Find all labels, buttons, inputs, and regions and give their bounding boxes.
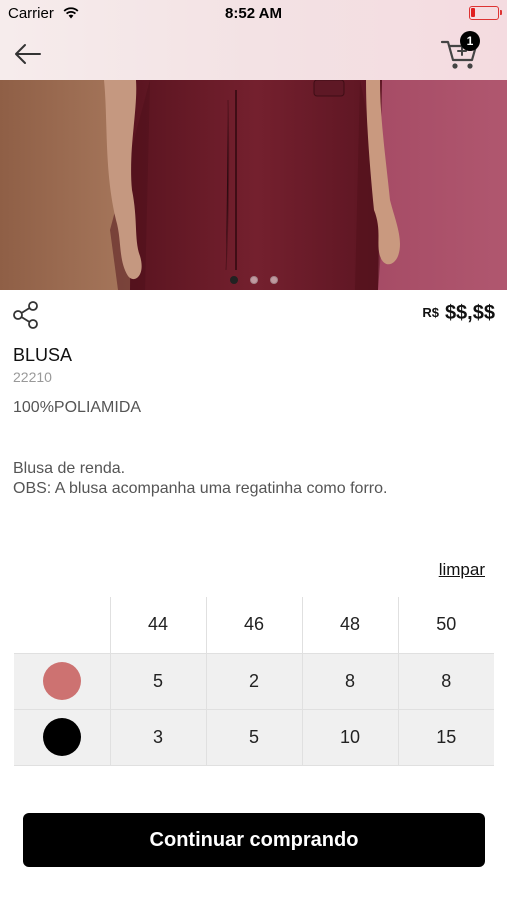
size-label: 46 [205, 597, 303, 654]
size-label: 48 [301, 597, 399, 654]
product-image[interactable] [0, 80, 507, 290]
carousel-dot[interactable] [229, 276, 238, 284]
carousel-dot[interactable] [249, 276, 258, 284]
continue-shopping-button[interactable]: Continuar comprando [23, 813, 485, 867]
color-swatch[interactable] [42, 718, 81, 756]
product-code: 22210 [13, 369, 52, 385]
description-line: Blusa de renda. [13, 460, 126, 477]
product-material: 100%POLIAMIDA [13, 399, 142, 416]
swatch-cell [14, 652, 111, 710]
size-label: 44 [109, 597, 207, 654]
product-description: Blusa de renda. OBS: A blusa acompanha u… [13, 459, 387, 499]
clock: 8:52 AM [225, 5, 282, 22]
battery-icon [469, 6, 502, 20]
quantity-cell[interactable]: 3 [109, 708, 207, 766]
quantity-cell[interactable]: 8 [397, 652, 494, 710]
size-label: 50 [397, 597, 494, 654]
product-name: BLUSA [13, 345, 73, 365]
color-swatch[interactable] [42, 662, 81, 700]
quantity-cell[interactable]: 15 [397, 708, 494, 766]
quantity-cell[interactable]: 5 [205, 708, 303, 766]
cart-count-badge: 1 [460, 31, 480, 51]
size-color-grid: 44 46 48 50 5 2 8 8 3 5 10 15 [14, 597, 494, 766]
grid-corner [14, 597, 111, 653]
product-price: R$ $$,$$ [422, 302, 495, 325]
size-header-row: 44 46 48 50 [14, 597, 494, 654]
quantity-cell[interactable]: 10 [301, 708, 399, 766]
color-row: 3 5 10 15 [14, 708, 494, 766]
quantity-cell[interactable]: 8 [301, 652, 399, 710]
quantity-cell[interactable]: 5 [109, 652, 207, 710]
product-photo [0, 80, 507, 290]
price-value: $$,$$ [444, 302, 495, 324]
color-row: 5 2 8 8 [14, 652, 494, 710]
description-line: OBS: A blusa acompanha uma regatinha com… [13, 480, 388, 497]
price-currency: R$ [422, 305, 439, 320]
clear-selection-link[interactable]: limpar [439, 560, 485, 580]
nav-bar: 1 [0, 28, 507, 80]
share-icon[interactable] [12, 300, 40, 330]
back-arrow-icon[interactable] [10, 38, 44, 70]
swatch-cell [14, 708, 111, 766]
quantity-cell[interactable]: 2 [205, 652, 303, 710]
carousel-dot[interactable] [269, 276, 278, 284]
carousel-indicator [0, 271, 507, 284]
status-bar: Carrier 8:52 AM [0, 0, 507, 28]
